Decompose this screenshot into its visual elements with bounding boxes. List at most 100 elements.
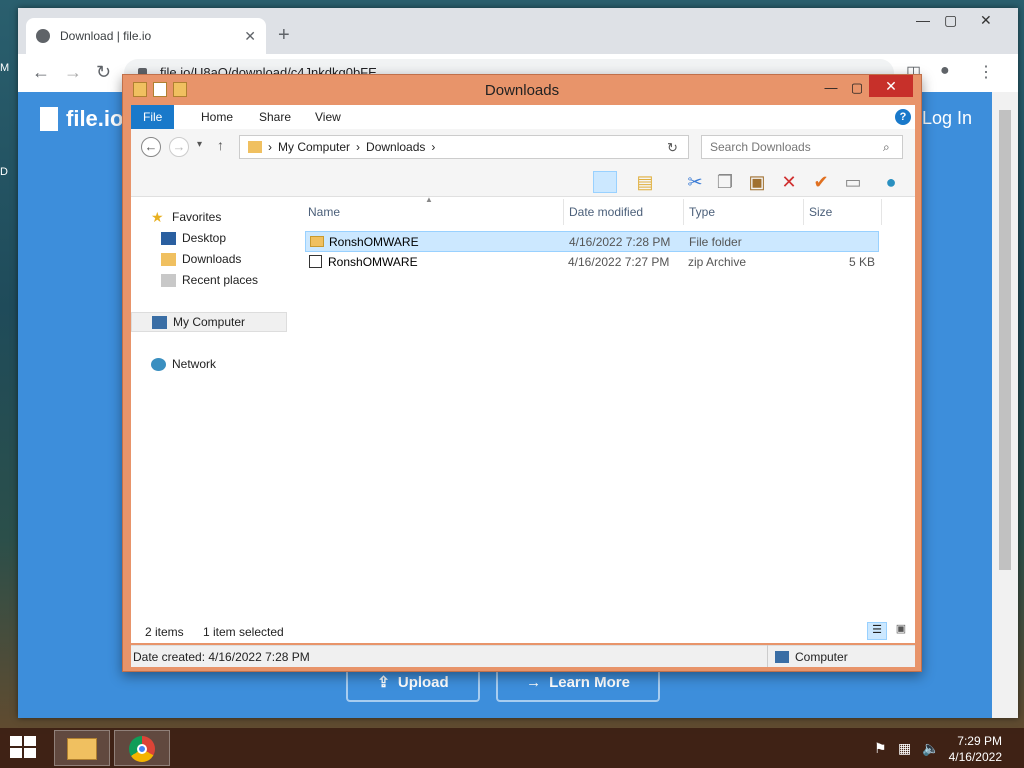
start-button[interactable] (10, 736, 38, 760)
address-toolbar: ← → ▾ ↑ › My Computer › Downloads › ↻ Se… (131, 129, 915, 167)
file-row[interactable]: RonshOMWARE 4/16/2022 7:27 PM zip Archiv… (305, 252, 879, 273)
document-icon (40, 107, 58, 131)
nav-downloads-label: Downloads (182, 252, 242, 266)
file-date: 4/16/2022 7:27 PM (568, 255, 670, 269)
explorer-window: Downloads — ▢ ✕ File Home Share View ? ←… (122, 74, 922, 672)
ribbon-tabs: File Home Share View ? (131, 105, 915, 129)
flag-icon[interactable]: ⚑ (874, 740, 887, 757)
file-row[interactable]: RonshOMWARE 4/16/2022 7:28 PM File folde… (305, 231, 879, 252)
tab-share[interactable]: Share (247, 105, 303, 129)
copy-icon[interactable]: ❐ (713, 171, 737, 193)
menu-icon[interactable]: ⋮ (978, 62, 994, 82)
globe-icon[interactable]: ● (879, 171, 903, 193)
downloads-folder-icon (161, 252, 176, 266)
explorer-maximize-icon[interactable]: ▢ (843, 77, 871, 99)
desktop-label-1: M (0, 62, 10, 74)
explorer-title: Downloads (484, 82, 560, 99)
breadcrumb-my-computer[interactable]: My Computer (278, 140, 350, 154)
file-size: 5 KB (848, 255, 875, 269)
file-name: RonshOMWARE (329, 235, 419, 249)
search-input[interactable]: Search Downloads (701, 135, 903, 159)
close-tab-icon[interactable]: ✕ (244, 28, 256, 45)
system-clock[interactable]: 7:29 PM 4/16/2022 (949, 733, 1002, 765)
checkmark-icon[interactable]: ✔ (809, 171, 833, 193)
forward-icon[interactable]: → (64, 62, 82, 83)
nav-network-label: Network (172, 357, 217, 371)
maximize-icon[interactable]: ▢ (944, 12, 957, 29)
column-name[interactable]: Name (308, 205, 340, 219)
login-link[interactable]: Log In (922, 108, 972, 129)
forward-icon[interactable]: → (169, 137, 189, 157)
selection-count: 1 item selected (203, 625, 284, 639)
profile-icon[interactable]: ● (940, 62, 950, 80)
upload-label: Upload (397, 673, 449, 691)
computer-icon (152, 315, 167, 329)
details-bar: Date created: 4/16/2022 7:28 PM Computer (131, 645, 915, 667)
volume-muted-icon[interactable]: 🔈 (922, 740, 939, 757)
nav-recent[interactable]: Recent places (161, 270, 258, 290)
refresh-icon[interactable]: ↻ (667, 140, 678, 156)
help-icon[interactable]: ? (895, 109, 911, 125)
status-bar: 2 items 1 item selected ☰ ▣ (131, 619, 915, 643)
computer-icon (775, 651, 789, 663)
explorer-close-button[interactable]: ✕ (869, 75, 913, 97)
large-icons-view-icon[interactable]: ▣ (891, 622, 911, 640)
network-icon (151, 357, 166, 371)
site-logo[interactable]: file.io (40, 106, 123, 132)
command-toolbar: ▤ ✂ ❐ ▣ ✕ ✔ ▭ ● (131, 167, 915, 197)
explorer-minimize-icon[interactable]: — (817, 77, 845, 99)
back-icon[interactable]: ← (32, 62, 50, 83)
clock-date: 4/16/2022 (948, 750, 1002, 764)
rename-icon[interactable]: ▭ (841, 171, 865, 193)
breadcrumb-downloads[interactable]: Downloads (366, 140, 425, 154)
zip-archive-icon (309, 255, 322, 268)
folder-icon (67, 738, 97, 760)
page-scrollbar[interactable] (992, 92, 1018, 718)
tab-title: Download | file.io (60, 29, 152, 43)
explorer-content: ★ Favorites Desktop Downloads Recent pla… (131, 195, 915, 641)
column-size[interactable]: Size (809, 205, 832, 219)
file-explorer-taskbar-button[interactable] (54, 730, 110, 766)
location-label: Computer (795, 650, 848, 664)
recent-locations-icon[interactable]: ▾ (197, 139, 202, 150)
minimize-icon[interactable]: — (916, 12, 930, 28)
tab-home[interactable]: Home (189, 105, 245, 129)
breadcrumb[interactable]: › My Computer › Downloads › (239, 135, 689, 159)
nav-desktop[interactable]: Desktop (161, 228, 226, 248)
paste-icon[interactable]: ▣ (745, 171, 769, 193)
network-tray-icon[interactable]: ▦ (898, 740, 911, 757)
file-date: 4/16/2022 7:28 PM (569, 235, 671, 249)
column-date-modified[interactable]: Date modified (569, 205, 643, 219)
nav-my-computer[interactable]: My Computer (131, 312, 287, 332)
tab-file[interactable]: File (131, 105, 175, 129)
delete-icon[interactable]: ✕ (777, 171, 801, 193)
nav-downloads[interactable]: Downloads (161, 249, 241, 269)
close-icon[interactable]: ✕ (980, 12, 992, 29)
preview-pane-icon[interactable] (593, 171, 617, 193)
column-type[interactable]: Type (689, 205, 715, 219)
file-list: ▲ Name Date modified Type Size RonshOMWA… (301, 195, 915, 641)
browser-tab[interactable]: Download | file.io ✕ (26, 18, 266, 54)
navigation-pane: ★ Favorites Desktop Downloads Recent pla… (131, 197, 291, 641)
nav-recent-label: Recent places (182, 273, 259, 287)
date-created: Date created: 4/16/2022 7:28 PM (133, 650, 310, 664)
folder-options-icon[interactable]: ▤ (633, 171, 657, 193)
cut-icon[interactable]: ✂ (683, 171, 707, 193)
nav-network[interactable]: Network (151, 354, 216, 374)
up-icon[interactable]: ↑ (217, 137, 224, 153)
chrome-taskbar-button[interactable] (114, 730, 170, 766)
nav-favorites[interactable]: ★ Favorites (151, 207, 221, 227)
tab-strip: Download | file.io ✕ + — ▢ ✕ (18, 8, 1018, 54)
tab-view[interactable]: View (303, 105, 353, 129)
nav-desktop-label: Desktop (182, 231, 227, 245)
back-icon[interactable]: ← (141, 137, 161, 157)
learn-more-label: Learn More (549, 673, 630, 691)
scroll-thumb[interactable] (999, 110, 1011, 570)
search-icon[interactable]: ⌕ (883, 140, 890, 155)
reload-icon[interactable]: ↻ (96, 62, 111, 83)
folder-icon (310, 236, 324, 247)
details-view-icon[interactable]: ☰ (867, 622, 887, 640)
explorer-titlebar[interactable]: Downloads — ▢ ✕ (123, 75, 921, 105)
folder-icon (248, 141, 262, 153)
new-tab-button[interactable]: + (278, 24, 290, 47)
